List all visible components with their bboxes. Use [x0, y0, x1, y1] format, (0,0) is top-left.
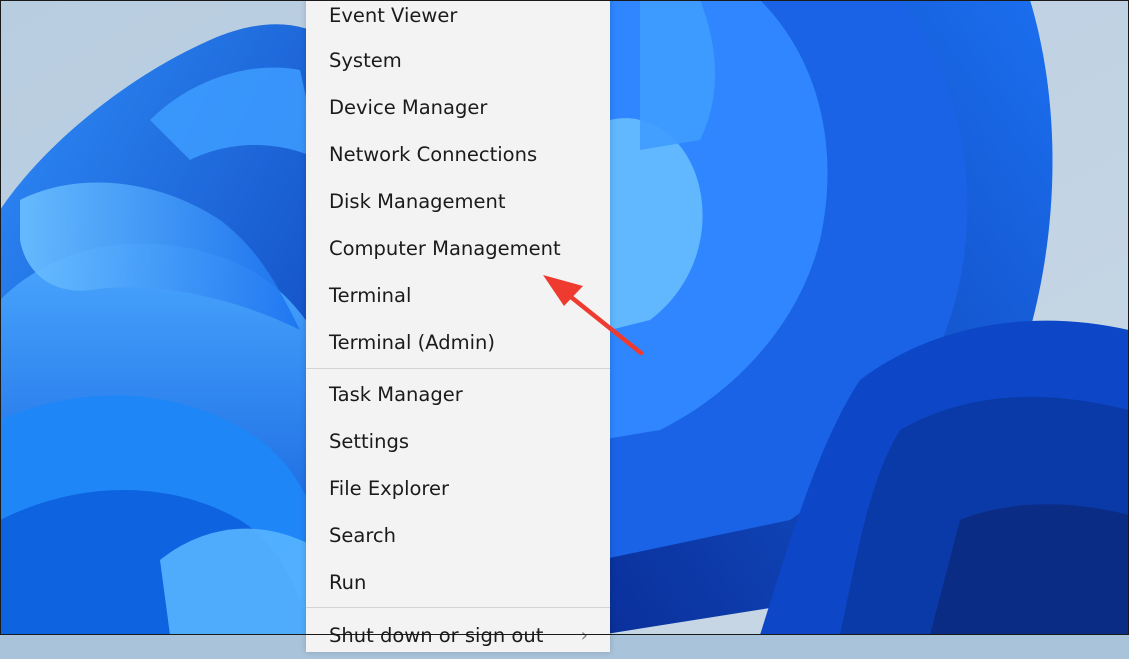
annotation-arrow: [543, 275, 644, 356]
